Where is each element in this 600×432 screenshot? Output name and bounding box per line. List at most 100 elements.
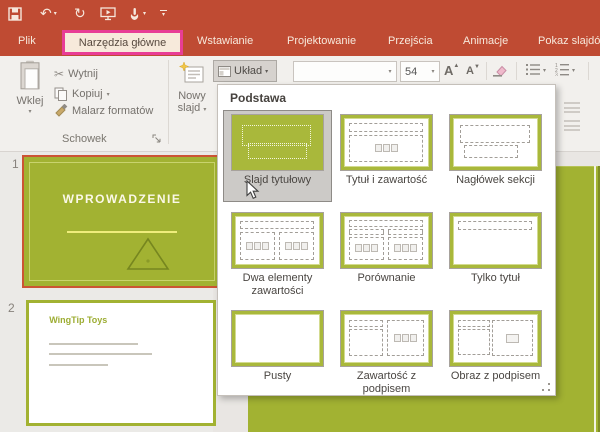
picture-icon [506, 334, 519, 343]
layout-item-two-content[interactable]: Dwa elementy zawartości [223, 208, 332, 300]
slide1-divider-line [67, 231, 177, 233]
tab-transitions[interactable]: Przejścia [388, 27, 433, 56]
font-size-dropdown-icon[interactable]: ▾ [427, 68, 439, 75]
tab-home-label: Narzędzia główne [79, 37, 166, 49]
new-slide-icon [179, 62, 205, 88]
touch-mode-button[interactable]: ▾ [128, 0, 146, 27]
layout-item-comparison[interactable]: Porównanie [332, 208, 441, 300]
font-size-combo[interactable]: 54 ▾ [400, 61, 440, 82]
slide2-bullet-line [49, 353, 152, 355]
slide1-number: 1 [12, 157, 19, 171]
numbering-icon: 1 2 3 [555, 63, 569, 76]
layout-item-title-slide[interactable]: Slajd tytułowy [223, 110, 332, 202]
undo-button[interactable]: ↶ ▾ [40, 0, 57, 27]
powerpoint-window: ↶ ▾ ↻ ▾ ▾ Plik Wstawiani [0, 0, 600, 432]
save-icon [8, 7, 22, 21]
layout-item-content-with-caption[interactable]: Zawartość z podpisem [332, 306, 441, 398]
start-slideshow-button[interactable] [100, 0, 116, 27]
two-content-thumbnail-icon [231, 212, 324, 269]
slide1-inner-frame [29, 162, 215, 281]
slide1-thumbnail[interactable]: WPROWADZENIE [22, 155, 222, 288]
customize-qat-arrow-icon: ▾ [162, 13, 165, 17]
new-slide-button[interactable]: Nowy slajd ▾ [172, 62, 212, 114]
layout-item-picture-with-caption[interactable]: Obraz z podpisem [441, 306, 550, 398]
align-icon [564, 120, 580, 131]
dropdown-resize-grip[interactable] [542, 383, 550, 391]
new-slide-label-1: Nowy [178, 90, 206, 102]
customize-qat-button[interactable]: ▾ [160, 0, 167, 27]
triangle-shape [126, 237, 170, 271]
section-header-thumbnail-icon [449, 114, 542, 171]
clipboard-dialog-launcher-icon[interactable] [152, 134, 162, 144]
scissors-icon: ✂ [54, 67, 64, 81]
slide2-title: WingTip Toys [49, 315, 107, 325]
slide1-title: WPROWADZENIE [24, 192, 220, 206]
save-button[interactable] [8, 0, 22, 27]
layout-item-title-and-content[interactable]: Tytuł i zawartość [332, 110, 441, 202]
format-painter-label: Malarz formatów [72, 105, 153, 117]
slide2-bullet-line [49, 364, 108, 366]
bullets-dropdown-icon[interactable]: ▾ [543, 67, 546, 74]
cut-button[interactable]: ✂ Wytnij [54, 67, 98, 81]
copy-dropdown-icon[interactable]: ▾ [107, 91, 110, 98]
layout-item-section-header[interactable]: Nagłówek sekcji [441, 110, 550, 202]
decrease-font-button[interactable]: A ▼ [466, 65, 480, 77]
layout-item-blank[interactable]: Pusty [223, 306, 332, 398]
align-icon [564, 102, 580, 113]
layout-gallery: Slajd tytułowy Tytuł i zawartość Nagłówe… [218, 108, 555, 400]
numbering-button[interactable]: 1 2 3 [555, 63, 569, 76]
clipboard-icon [18, 60, 42, 92]
tab-slideshow[interactable]: Pokaz slajdów [538, 27, 600, 56]
bullets-icon [526, 64, 540, 75]
bullets-button[interactable] [526, 64, 540, 75]
touch-mode-icon [128, 7, 141, 21]
tab-insert[interactable]: Wstawianie [197, 27, 253, 56]
start-slideshow-icon [100, 7, 116, 21]
slide2-thumbnail[interactable]: WingTip Toys [26, 300, 216, 426]
title-slide-thumbnail-icon [231, 114, 324, 171]
content-caption-thumbnail-icon [340, 310, 433, 367]
layout-gallery-dropdown: Podstawa Slajd tytułowy Tytuł i zawartoś… [217, 84, 556, 396]
cut-label: Wytnij [68, 68, 98, 80]
slide-right-edge [594, 166, 596, 432]
tab-home-highlighted[interactable]: Narzędzia główne [62, 30, 183, 55]
paste-dropdown-icon[interactable]: ▾ [28, 108, 31, 115]
eraser-icon [497, 67, 506, 77]
format-painter-icon [54, 104, 68, 117]
title-only-thumbnail-icon [449, 212, 542, 269]
blank-thumbnail-icon [231, 310, 324, 367]
font-name-combo[interactable]: ▾ [293, 61, 397, 82]
tab-design[interactable]: Projektowanie [287, 27, 356, 56]
format-painter-button[interactable]: Malarz formatów [54, 104, 153, 117]
new-slide-label-2: slajd ▾ [178, 102, 207, 114]
tab-file[interactable]: Plik [18, 27, 36, 56]
layout-label: Układ [234, 65, 262, 77]
mouse-cursor [246, 180, 260, 200]
clear-formatting-button[interactable] [492, 64, 507, 77]
tab-animations[interactable]: Animacje [463, 27, 508, 56]
numbering-dropdown-icon[interactable]: ▾ [572, 67, 575, 74]
redo-icon: ↻ [74, 0, 86, 27]
copy-icon [54, 87, 68, 101]
layout-item-title-only[interactable]: Tylko tytuł [441, 208, 550, 300]
increase-font-button[interactable]: A ▲ [444, 63, 459, 78]
undo-dropdown-icon[interactable]: ▾ [54, 10, 57, 17]
layout-icon [218, 66, 231, 77]
redo-button[interactable]: ↻ [74, 0, 86, 27]
increase-font-icon: A [444, 63, 453, 78]
comparison-thumbnail-icon [340, 212, 433, 269]
font-name-dropdown-icon[interactable]: ▾ [384, 68, 396, 75]
customize-qat-icon [160, 10, 167, 11]
svg-text:3: 3 [555, 73, 558, 77]
layout-button[interactable]: Układ ▾ [213, 60, 277, 82]
font-size-value: 54 [401, 66, 427, 78]
layout-dropdown-icon: ▾ [265, 68, 268, 75]
picture-caption-thumbnail-icon [449, 310, 542, 367]
copy-button[interactable]: Kopiuj ▾ [54, 87, 110, 101]
title-content-thumbnail-icon [340, 114, 433, 171]
paste-button[interactable]: Wklej ▾ [8, 60, 52, 128]
touch-mode-dropdown-icon[interactable]: ▾ [143, 10, 146, 17]
slide2-number: 2 [8, 301, 15, 315]
decrease-font-icon: A [466, 65, 474, 77]
titlebar: ↶ ▾ ↻ ▾ ▾ [0, 0, 600, 27]
